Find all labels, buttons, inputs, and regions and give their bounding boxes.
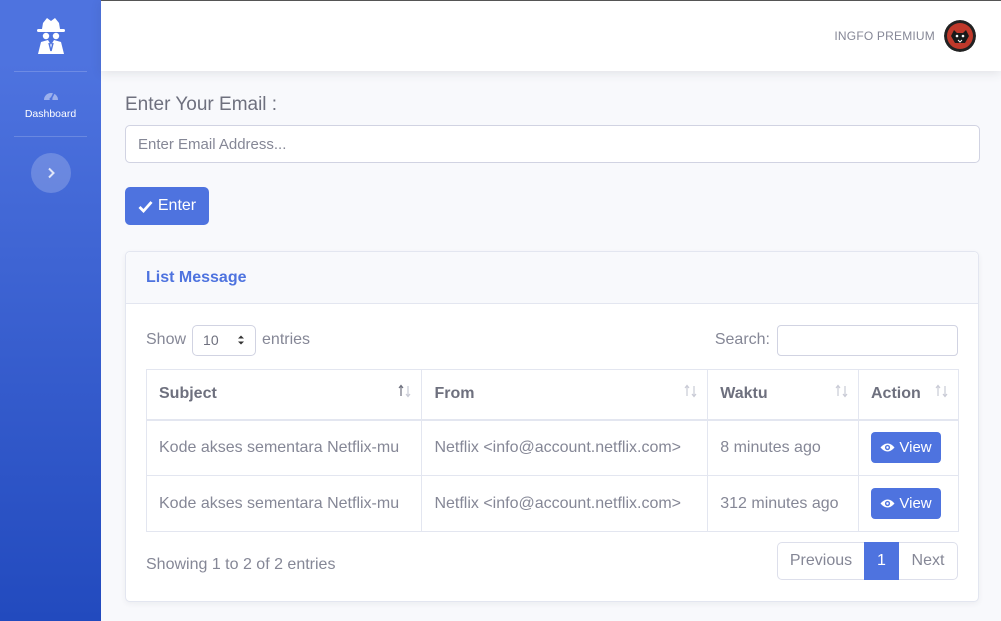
pagination-page-1[interactable]: 1 [864, 542, 899, 580]
cell-subject: Kode akses sementara Netflix-mu [145, 419, 423, 476]
email-input[interactable] [125, 125, 980, 163]
cell-subject: Kode akses sementara Netflix-mu [145, 475, 423, 532]
user-name: INGFO PREMIUM [834, 29, 935, 43]
sort-icon [835, 384, 848, 398]
cell-waktu: 312 minutes ago [707, 475, 859, 532]
table-controls: Show 10 entries Search: [146, 324, 958, 356]
email-label: Enter Your Email : [125, 94, 278, 115]
cell-from: Netflix <info@account.netflix.com> [421, 419, 709, 476]
table-row: Kode akses sementara Netflix-mu Netflix … [145, 475, 959, 532]
pagination: Previous 1 Next [777, 542, 958, 580]
cell-from: Netflix <info@account.netflix.com> [421, 475, 709, 532]
column-header-subject[interactable]: Subject [145, 369, 423, 421]
pagination-previous[interactable]: Previous [777, 542, 864, 580]
select-arrows-icon [238, 335, 245, 345]
sidebar-item-dashboard[interactable]: Dashboard [0, 72, 101, 136]
entries-length: Show 10 entries [146, 324, 310, 356]
view-button[interactable]: View [871, 488, 941, 519]
column-header-action[interactable]: Action [858, 369, 959, 421]
enter-button[interactable]: Enter [125, 187, 209, 225]
incognito-icon [36, 17, 65, 54]
search-input[interactable] [777, 324, 958, 356]
card-title: List Message [146, 268, 247, 286]
eye-icon [880, 443, 895, 452]
search-label: Search: [714, 331, 770, 348]
brand-link[interactable] [0, 0, 101, 71]
sidebar-toggle-button[interactable] [30, 153, 71, 193]
table-header-row: Subject From Waktu Action [145, 369, 959, 421]
table-info: Showing 1 to 2 of 2 entries [146, 556, 336, 573]
pagination-next[interactable]: Next [899, 542, 958, 580]
avatar-bear-icon [944, 20, 976, 52]
message-table: Subject From Waktu Action Kode akses sem… [145, 369, 959, 532]
cell-action: View [858, 475, 959, 532]
cell-action: View [858, 419, 959, 476]
table-search: Search: [715, 324, 958, 356]
entries-select-value: 10 [203, 332, 219, 348]
avatar[interactable] [944, 20, 976, 52]
sort-icon [684, 384, 697, 398]
view-button-label: View [899, 495, 932, 512]
entries-select[interactable]: 10 [192, 324, 257, 356]
email-form: Enter Your Email : Enter [125, 94, 980, 225]
eye-icon [880, 499, 895, 508]
sidebar: Dashboard [0, 0, 101, 621]
sidebar-divider [14, 136, 87, 137]
sort-icon [935, 384, 948, 398]
tachometer-icon [43, 92, 58, 101]
sort-active-icon [398, 384, 411, 398]
enter-button-label: Enter [157, 197, 197, 214]
topbar: INGFO PREMIUM [101, 0, 1001, 71]
column-header-from[interactable]: From [421, 369, 709, 421]
entries-label: entries [262, 331, 311, 348]
column-header-waktu[interactable]: Waktu [707, 369, 859, 421]
chevron-right-icon [47, 167, 55, 179]
check-icon [138, 200, 153, 213]
view-button-label: View [899, 439, 932, 457]
card-header: List Message [126, 252, 978, 304]
sidebar-item-label: Dashboard [24, 108, 77, 120]
table-row: Kode akses sementara Netflix-mu Netflix … [145, 419, 959, 476]
user-dropdown[interactable]: INGFO PREMIUM [834, 20, 976, 52]
view-button[interactable]: View [871, 432, 941, 464]
cell-waktu: 8 minutes ago [707, 419, 859, 476]
message-list-card: List Message Show 10 entries Search: Sub… [125, 251, 979, 602]
show-label: Show [146, 331, 187, 348]
